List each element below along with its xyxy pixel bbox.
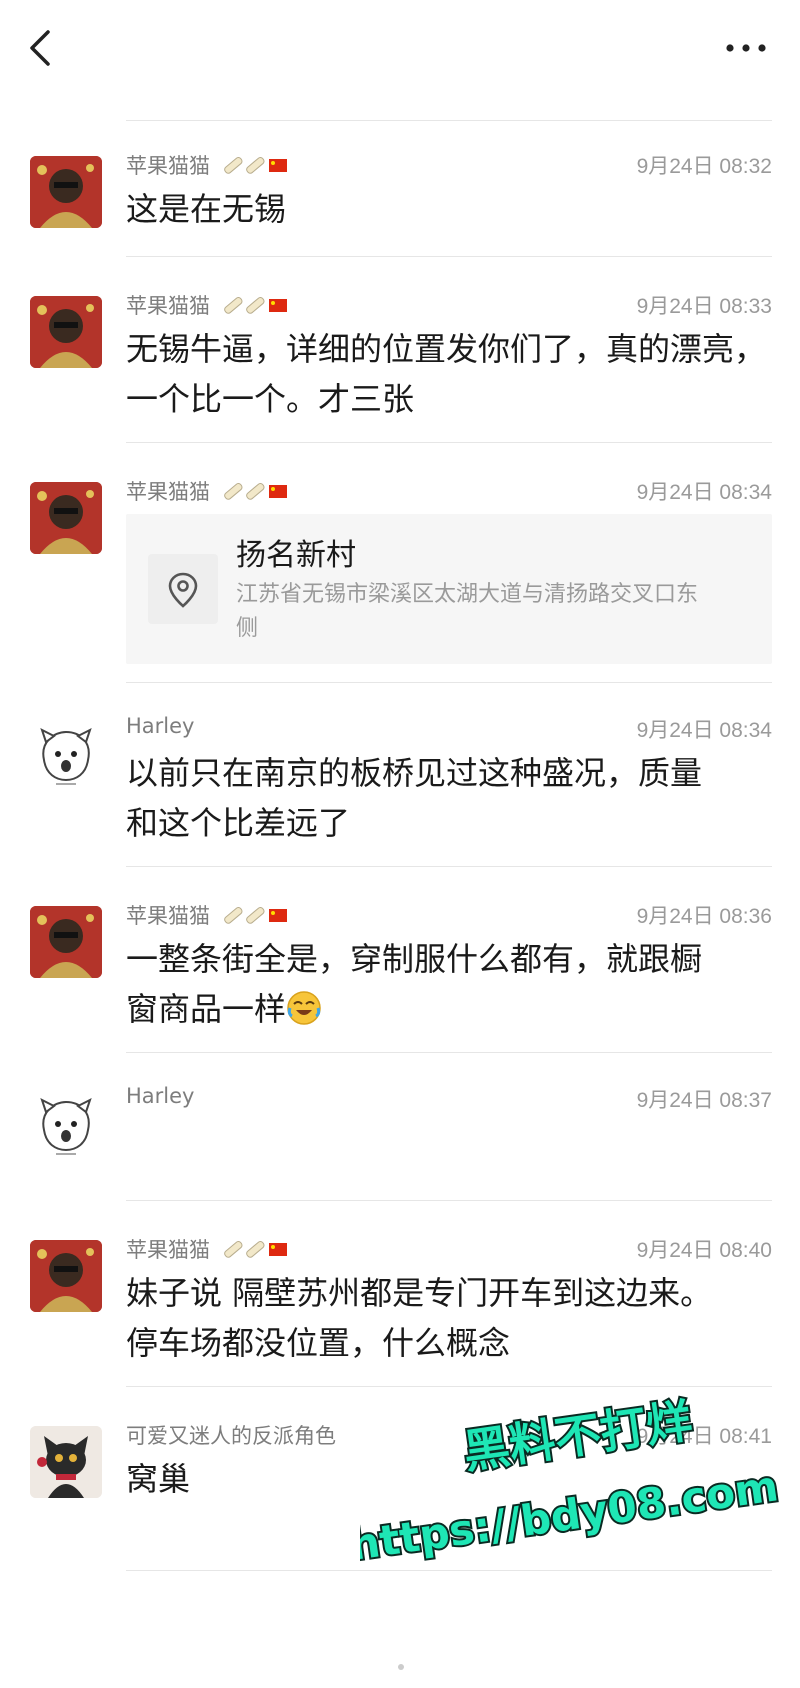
divider [126,682,772,683]
comment-text: 窝巢 [126,1460,191,1498]
timestamp: 9月24日 08:34 [636,719,772,742]
baby-bottle-icon [245,906,265,924]
location-pin-icon [168,572,198,608]
tears-of-joy-emoji-icon [287,991,321,1025]
comment-text-line: 和这个比差远了 [126,804,351,842]
comment-text-line: 停车场都没位置，什么概念 [126,1324,511,1362]
avatar[interactable] [30,296,102,368]
user-badges [221,480,289,507]
comment-text: 妹子说 隔壁苏州都是专门开车到这边来。 停车场都没位置，什么概念 [126,1268,772,1368]
chevron-left-icon[interactable] [22,24,58,72]
comment-text-span: 窗商品一样 [126,990,287,1028]
divider [126,442,772,443]
author-name[interactable]: 苹果猫猫 [126,1234,289,1265]
divider [126,1570,772,1571]
location-icon-box [148,554,218,624]
author-name-text: 苹果猫猫 [126,154,210,178]
location-card[interactable]: 扬名新村 江苏省无锡市梁溪区太湖大道与清扬路交叉口东 侧 [126,514,772,664]
avatar-image [30,296,102,368]
comment-text: 一整条街全是，穿制服什么都有，就跟橱 窗商品一样 [126,934,772,1034]
timestamp: 9月24日 08:37 [636,1089,772,1112]
author-name[interactable]: Harley [126,714,194,738]
user-badges [221,154,289,181]
divider [126,1386,772,1387]
baby-bottle-icon [223,1240,243,1258]
china-flag-icon [268,1242,287,1256]
location-title: 扬名新村 [236,538,356,573]
comment-text-line: 无锡牛逼，详细的位置发你们了，真的漂亮， [126,330,767,368]
author-name[interactable]: 可爱又迷人的反派角色 [126,1420,336,1450]
author-name-text: 苹果猫猫 [126,294,210,318]
author-name[interactable]: 苹果猫猫 [126,150,289,181]
author-name[interactable]: 苹果猫猫 [126,900,289,931]
timestamp: 9月24日 08:41 [636,1425,772,1448]
author-name-text: 苹果猫猫 [126,480,210,504]
avatar[interactable] [30,1240,102,1312]
baby-bottle-icon [223,296,243,314]
avatar[interactable] [30,720,102,792]
comment-text-line: 一个比一个。才三张 [126,380,415,418]
avatar[interactable] [30,156,102,228]
baby-bottle-icon [245,482,265,500]
user-badges [221,294,289,321]
baby-bottle-icon [245,1240,265,1258]
user-badges [221,904,289,931]
page-indicator-dot [398,1664,404,1670]
top-bar [0,0,800,96]
baby-bottle-icon [223,156,243,174]
author-name[interactable]: Harley [126,1084,194,1108]
location-address-line: 侧 [236,616,259,641]
avatar-image [30,482,102,554]
baby-bottle-icon [245,156,265,174]
avatar-image [30,720,102,792]
comment-text-line: 以前只在南京的板桥见过这种盛况，质量 [126,754,703,792]
avatar[interactable] [30,906,102,978]
china-flag-icon [268,484,287,498]
user-badges [221,1238,289,1265]
author-name[interactable]: 苹果猫猫 [126,290,289,321]
china-flag-icon [268,908,287,922]
china-flag-icon [268,298,287,312]
divider [126,120,772,121]
avatar[interactable] [30,1090,102,1162]
avatar-image [30,1240,102,1312]
comment-text: 无锡牛逼，详细的位置发你们了，真的漂亮， 一个比一个。才三张 [126,324,772,424]
baby-bottle-icon [223,906,243,924]
timestamp: 9月24日 08:40 [636,1239,772,1262]
comment-text-line: 窗商品一样 [126,984,772,1034]
avatar-image [30,906,102,978]
avatar-image [30,1426,102,1498]
comment-text: 这是在无锡 [126,190,287,228]
timestamp: 9月24日 08:36 [636,905,772,928]
comment-text-line: 妹子说 隔壁苏州都是专门开车到这边来。 [126,1274,713,1312]
avatar-image [30,1090,102,1162]
comment-list: 苹果猫猫 9月24日 08:32 这是在无锡 苹果猫猫 9月24日 08:33 … [0,96,800,1688]
timestamp: 9月24日 08:32 [636,155,772,178]
comment-text: 以前只在南京的板桥见过这种盛况，质量 和这个比差远了 [126,748,772,848]
comment-text-line: 一整条街全是，穿制服什么都有，就跟橱 [126,940,703,978]
more-horizontal-icon[interactable] [722,36,770,60]
author-name[interactable]: 苹果猫猫 [126,476,289,507]
timestamp: 9月24日 08:34 [636,481,772,504]
china-flag-icon [268,158,287,172]
avatar[interactable] [30,482,102,554]
avatar[interactable] [30,1426,102,1498]
timestamp: 9月24日 08:33 [636,295,772,318]
author-name-text: 苹果猫猫 [126,1238,210,1262]
divider [126,256,772,257]
divider [126,1052,772,1053]
baby-bottle-icon [223,482,243,500]
avatar-image [30,156,102,228]
baby-bottle-icon [245,296,265,314]
divider [126,866,772,867]
author-name-text: 苹果猫猫 [126,904,210,928]
divider [126,1200,772,1201]
location-address: 江苏省无锡市梁溪区太湖大道与清扬路交叉口东 侧 [236,578,736,646]
location-address-line: 江苏省无锡市梁溪区太湖大道与清扬路交叉口东 [236,582,699,607]
